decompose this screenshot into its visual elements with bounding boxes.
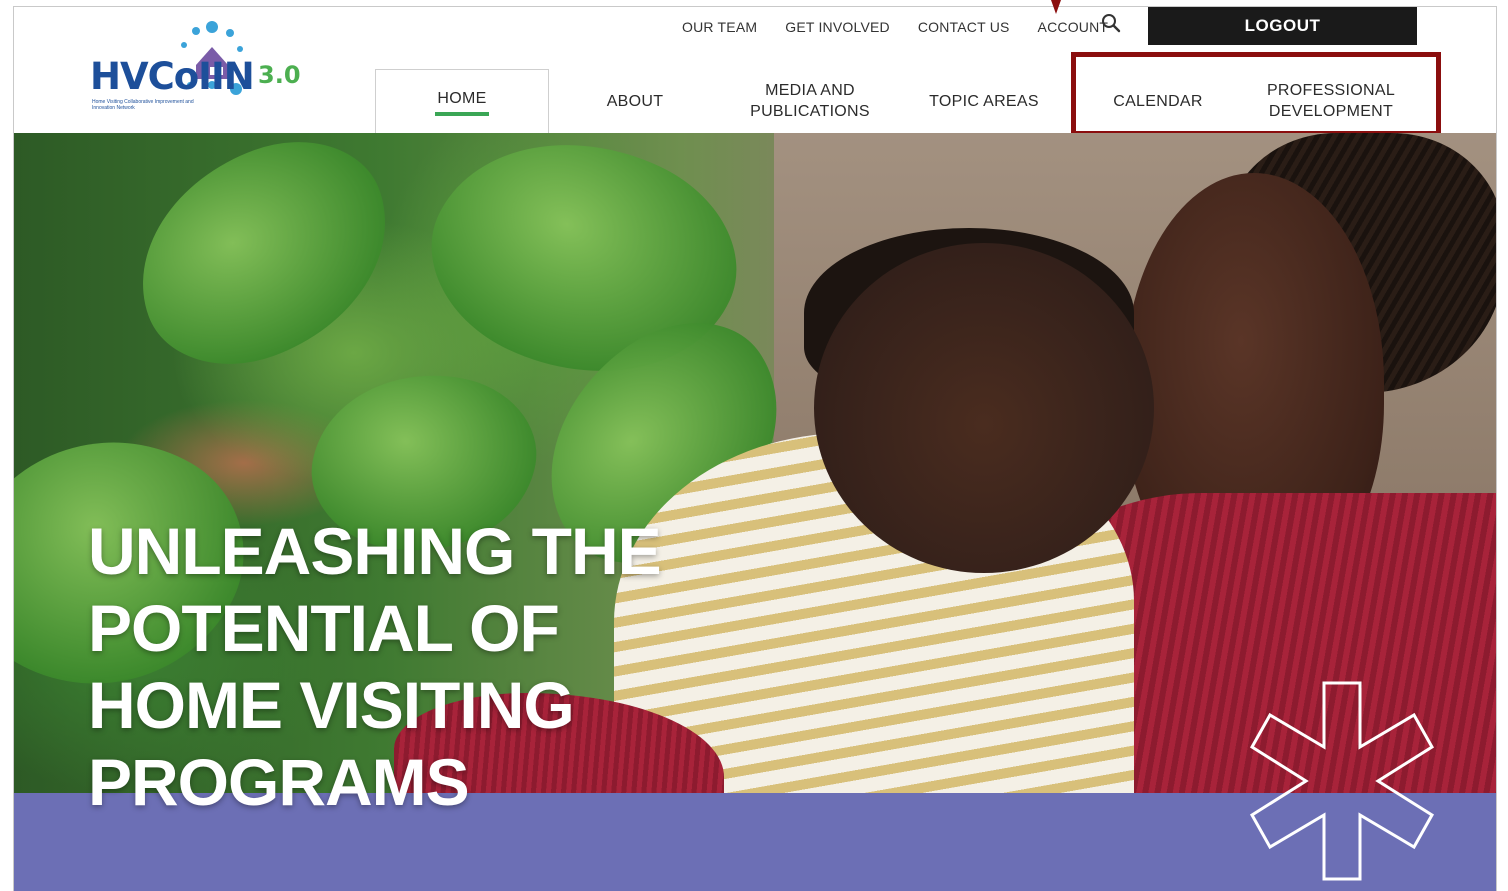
util-link-our-team[interactable]: OUR TEAM (682, 19, 757, 35)
util-link-get-involved[interactable]: GET INVOLVED (785, 19, 890, 35)
nav-topic-areas-label: TOPIC AREAS (929, 92, 1039, 110)
site-logo[interactable]: HVCoIIN 3.0 Home Visiting Collaborative … (90, 21, 305, 111)
hero-headline: UNLEASHING THE POTENTIAL OF HOME VISITIN… (88, 513, 808, 821)
headline-line: UNLEASHING THE (88, 514, 662, 588)
utility-nav: OUR TEAM GET INVOLVED CONTACT US ACCOUNT (682, 17, 1136, 37)
util-link-contact-us[interactable]: CONTACT US (918, 19, 1010, 35)
logo-wordmark: HVCoIIN (90, 55, 255, 98)
util-link-account[interactable]: ACCOUNT (1038, 19, 1109, 35)
annotation-arrow-icon (1051, 0, 1061, 14)
frame-right-border (1496, 6, 1497, 891)
hero-leaf (107, 133, 421, 392)
page: HVCoIIN 3.0 Home Visiting Collaborative … (0, 0, 1508, 891)
search-icon[interactable] (1100, 12, 1122, 34)
site-header: HVCoIIN 3.0 Home Visiting Collaborative … (14, 0, 1496, 136)
nav-media-publications[interactable]: MEDIA AND PUBLICATIONS (736, 69, 884, 133)
logout-button[interactable]: LOGOUT (1148, 7, 1417, 45)
active-underline (435, 112, 489, 116)
headline-line: PROGRAMS (88, 745, 470, 819)
logo-tagline: Home Visiting Collaborative Improvement … (92, 99, 194, 111)
headline-line: POTENTIAL OF (88, 591, 560, 665)
nav-home-label: HOME (437, 90, 487, 107)
logo-version: 3.0 (258, 61, 301, 89)
headline-line: HOME VISITING (88, 668, 575, 742)
hero-banner: UNLEASHING THE POTENTIAL OF HOME VISITIN… (14, 133, 1496, 891)
nav-media-label-1: MEDIA AND (765, 82, 855, 99)
annotation-highlight-box (1071, 52, 1441, 136)
nav-home[interactable]: HOME (375, 69, 549, 134)
hero-baby-head (814, 243, 1154, 573)
nav-topic-areas[interactable]: TOPIC AREAS (914, 69, 1054, 133)
nav-about-label: ABOUT (606, 92, 664, 110)
nav-about[interactable]: ABOUT (575, 69, 695, 133)
nav-media-label-2: PUBLICATIONS (750, 103, 870, 120)
asterisk-star-icon (1249, 681, 1435, 881)
